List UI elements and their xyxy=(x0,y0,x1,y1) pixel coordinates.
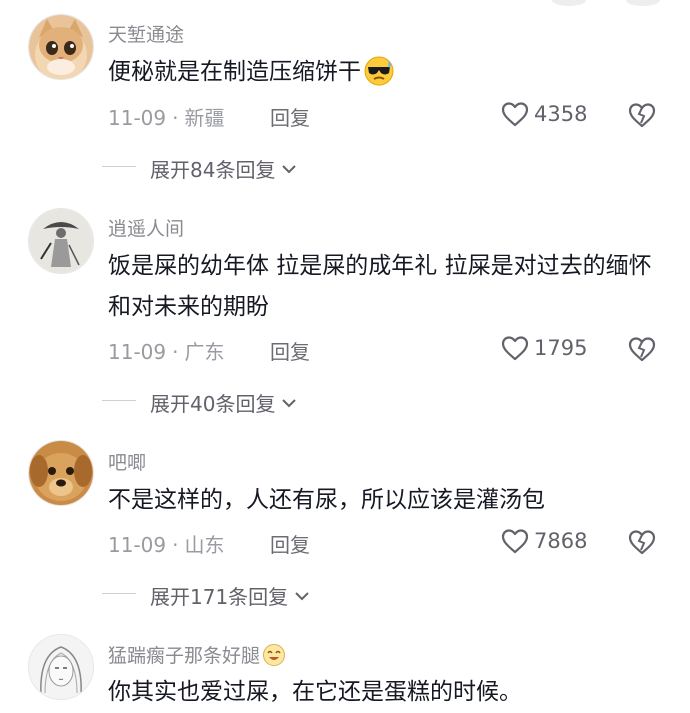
laughing-emoji-icon xyxy=(262,643,286,672)
username[interactable]: 猛踹瘸子那条好腿 xyxy=(108,641,286,672)
avatar[interactable] xyxy=(28,634,94,700)
username-text: 猛踹瘸子那条好腿 xyxy=(108,645,261,667)
comment-item: 猛踹瘸子那条好腿 你其实也爱过屎，在它还是蛋糕的时候。 xyxy=(0,0,690,708)
sketch-girl-avatar-image xyxy=(29,635,93,699)
comment-text: 你其实也爱过屎，在它还是蛋糕的时候。 xyxy=(108,679,522,705)
